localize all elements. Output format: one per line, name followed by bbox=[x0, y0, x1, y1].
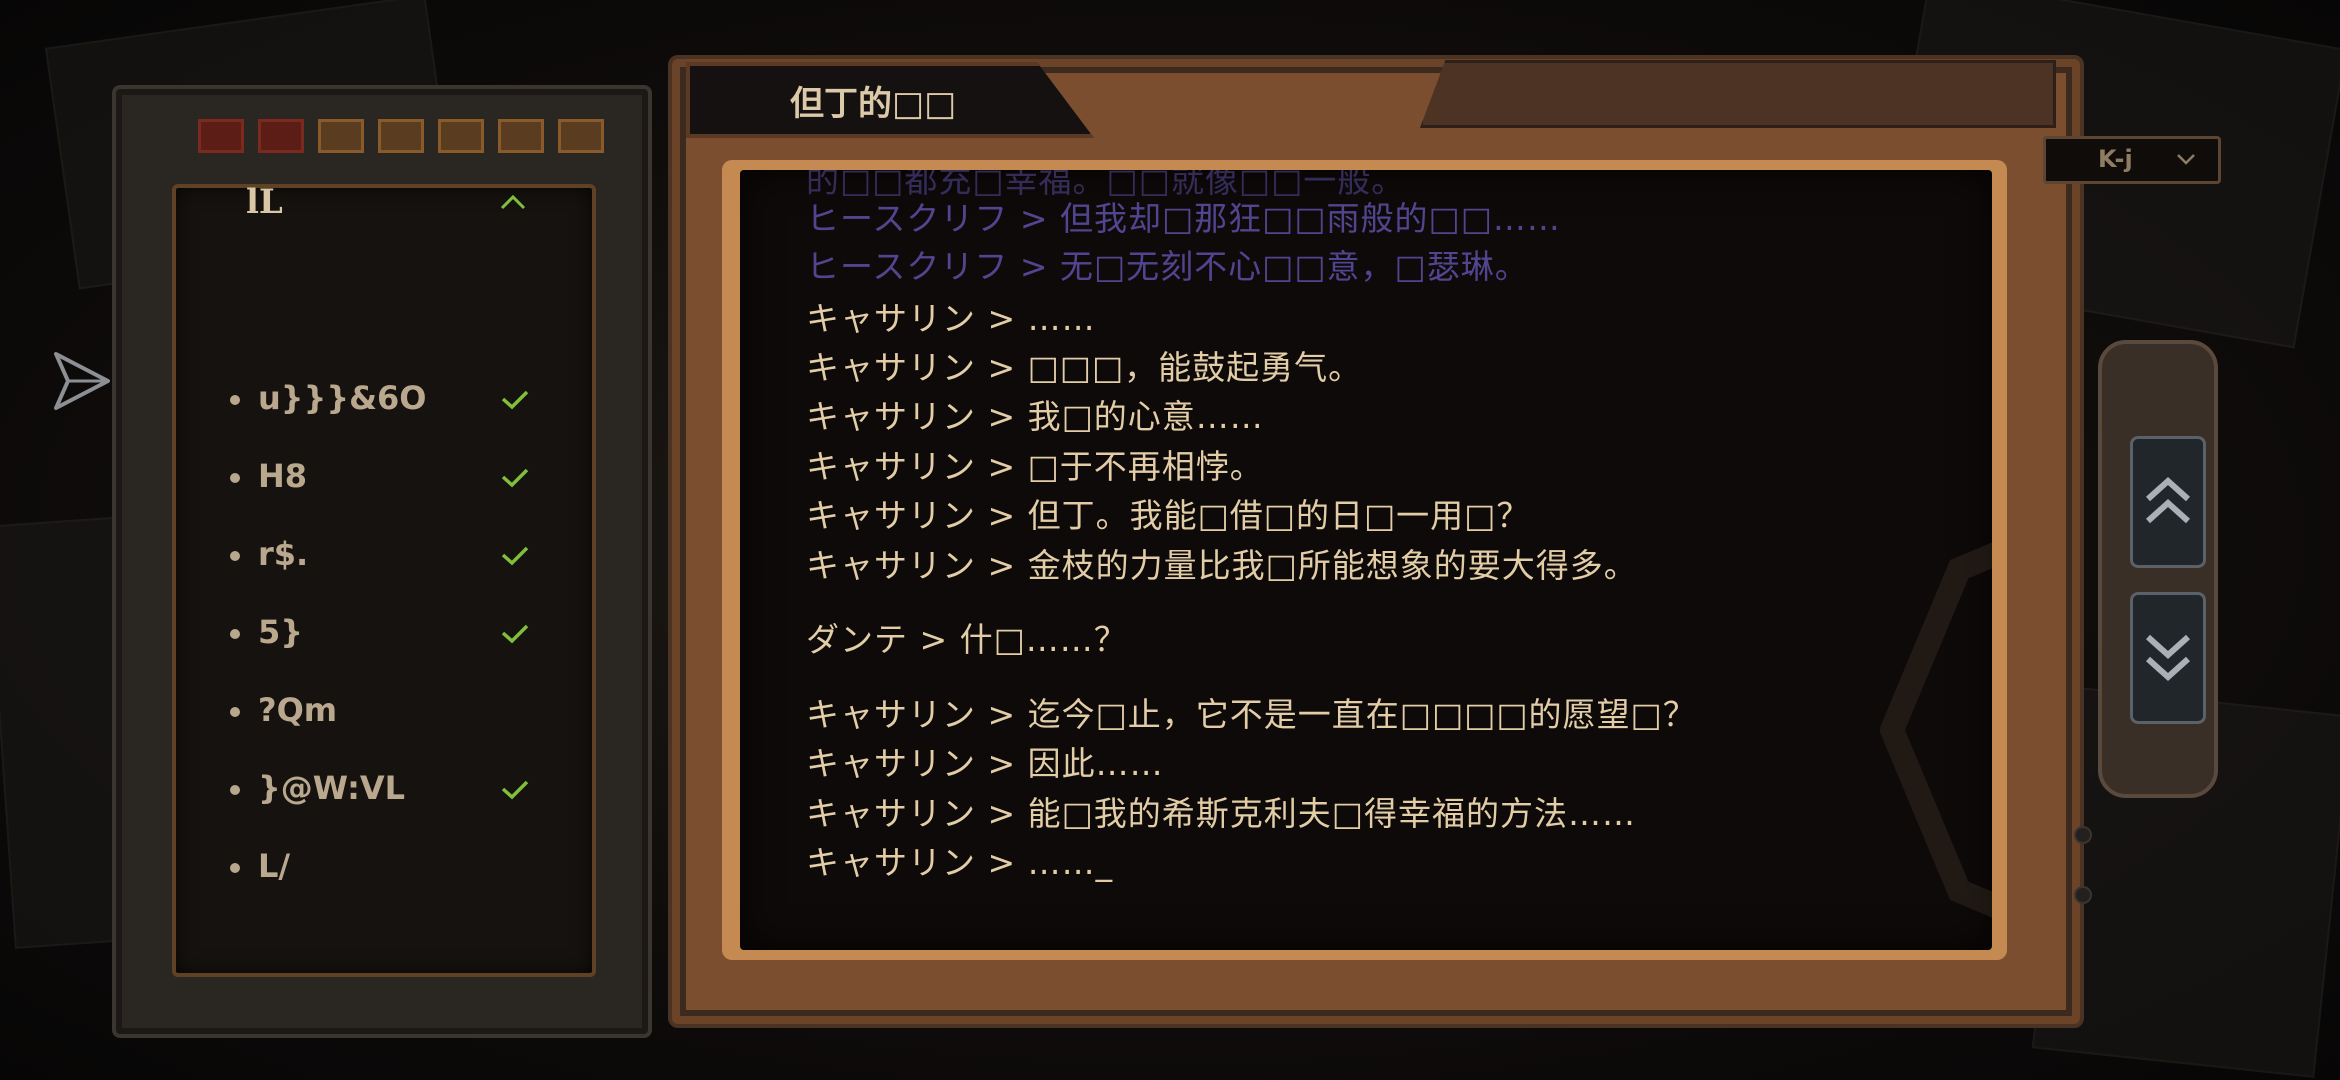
log-line: キャサリン > 因此…… bbox=[806, 744, 1164, 783]
double-chevron-up-icon bbox=[2145, 476, 2191, 524]
chevron-down-icon bbox=[2176, 151, 2196, 165]
check-icon bbox=[500, 779, 530, 801]
check-icon bbox=[500, 467, 530, 489]
log-line: ダンテ > 什□……？ bbox=[806, 620, 1128, 659]
bullet-dot bbox=[230, 473, 240, 483]
log-tab-title: 但丁的□□ bbox=[790, 84, 957, 124]
check-icon bbox=[500, 389, 530, 411]
bullet-dot bbox=[230, 395, 240, 405]
chevron-up-icon[interactable] bbox=[500, 192, 526, 212]
frame-top-notch bbox=[1420, 60, 2056, 128]
log-line: キャサリン > 但丁。我能□借□的日□一用□？ bbox=[806, 496, 1531, 535]
chapter-item-label: ?Qm bbox=[258, 691, 338, 729]
log-line: キャサリン > 能□我的希斯克利夫□得幸福的方法…… bbox=[806, 794, 1636, 833]
bullet-dot bbox=[230, 551, 240, 561]
log-line: キャサリン > 金枝的力量比我□所能想象的要大得多。 bbox=[806, 546, 1638, 585]
chapter-item[interactable]: H8 bbox=[230, 453, 550, 505]
bullet-dot bbox=[230, 863, 240, 873]
bullet-dot bbox=[230, 629, 240, 639]
log-line: キャサリン > 迄今□止，它不是一直在□□□□的愿望□？ bbox=[806, 695, 1697, 734]
double-chevron-down-icon bbox=[2145, 634, 2191, 682]
language-select-value: K-j bbox=[2098, 145, 2133, 173]
chapter-item-label: 5} bbox=[258, 613, 304, 651]
chapter-item[interactable]: }@W:VL bbox=[230, 765, 550, 817]
chapter-item[interactable]: ?Qm bbox=[230, 687, 550, 739]
log-line: キャサリン > 我□的心意…… bbox=[806, 397, 1264, 436]
bullet-dot bbox=[230, 785, 240, 795]
emblem-watermark-icon bbox=[1880, 542, 1992, 918]
chapter-item-label: r$. bbox=[258, 535, 309, 573]
log-line: ヒースクリフ > 但我却□那狂□□雨般的□□…… bbox=[806, 199, 1561, 238]
decorative-rivet bbox=[2074, 826, 2092, 844]
chapter-title: lL bbox=[246, 182, 283, 222]
language-select[interactable]: K-j bbox=[2043, 136, 2221, 184]
chapter-item-label: H8 bbox=[258, 457, 308, 495]
log-line: キャサリン > ……_ bbox=[806, 843, 1114, 882]
decorative-rivet bbox=[2074, 886, 2092, 904]
dialogue-log[interactable]: 的□□都充□幸福。□□就像□□一般。 ヒースクリフ > 但我却□那狂□□雨般的□… bbox=[740, 170, 1992, 950]
log-line: キャサリン > □于不再相悖。 bbox=[806, 447, 1264, 486]
check-icon bbox=[500, 623, 530, 645]
scroll-up-button[interactable] bbox=[2130, 436, 2206, 568]
chapter-item-label: L/ bbox=[258, 847, 291, 885]
chapter-item[interactable]: u}}}&6O bbox=[230, 375, 550, 427]
chapter-item[interactable]: L/ bbox=[230, 843, 550, 895]
log-line: ヒースクリフ > 无□无刻不心□□意，□瑟琳。 bbox=[806, 247, 1529, 286]
chapter-item-label: u}}}&6O bbox=[258, 379, 427, 417]
chapter-item-label: }@W:VL bbox=[258, 769, 406, 807]
chapter-item[interactable]: 5} bbox=[230, 609, 550, 661]
bullet-dot bbox=[230, 707, 240, 717]
log-line: キャサリン > □□□，能鼓起勇气。 bbox=[806, 348, 1363, 387]
scroll-down-button[interactable] bbox=[2130, 592, 2206, 724]
check-icon bbox=[500, 545, 530, 567]
chapter-item[interactable]: r$. bbox=[230, 531, 550, 583]
log-line: キャサリン > …… bbox=[806, 299, 1096, 338]
scroll-rail bbox=[2098, 340, 2218, 798]
